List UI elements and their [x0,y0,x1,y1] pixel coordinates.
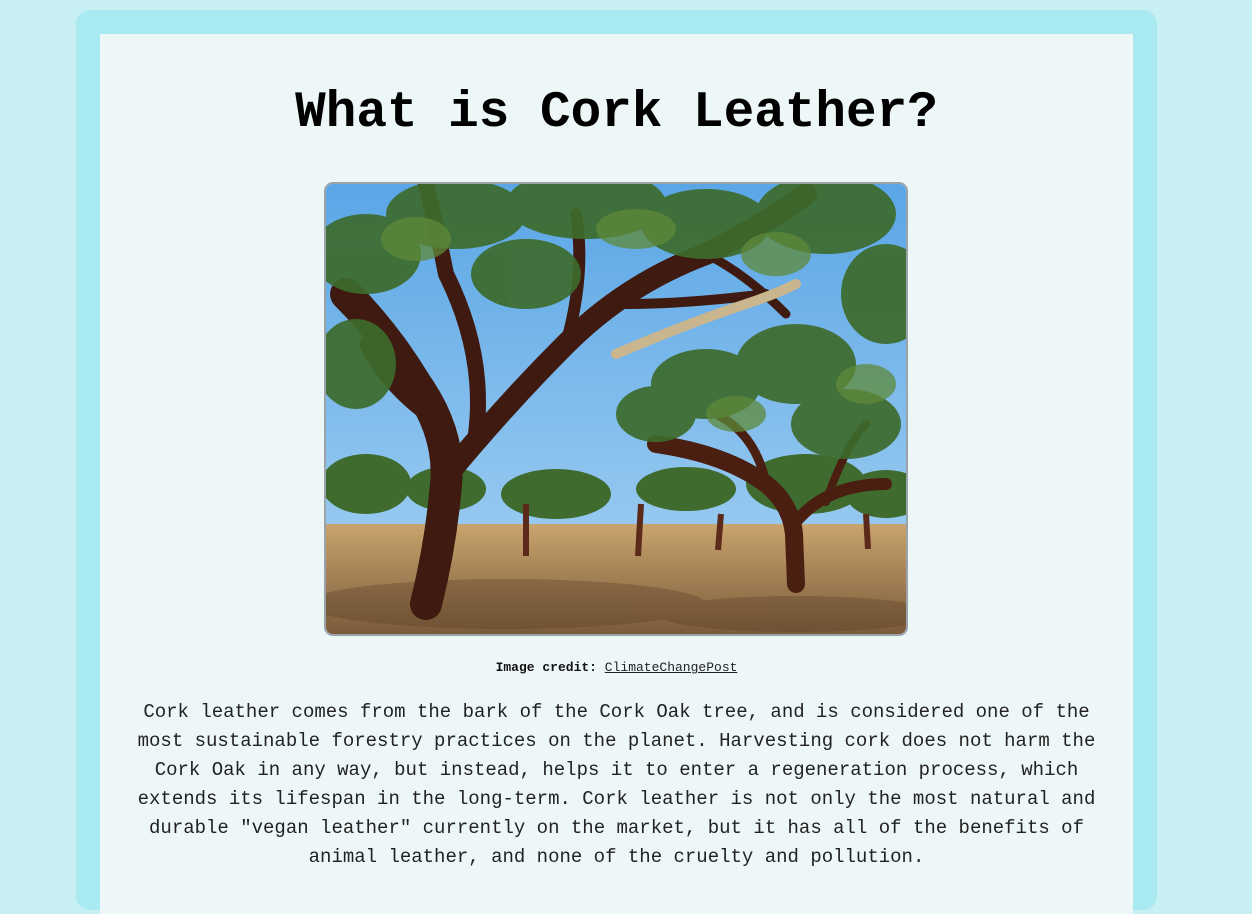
content-card: What is Cork Leather? Image credit: Clim… [100,34,1133,914]
cork-oak-photo [324,182,908,636]
article-paragraph: Cork leather comes from the bark of the … [137,701,1096,868]
image-credit: Image credit: ClimateChangePost [100,660,1133,675]
page-title: What is Cork Leather? [295,85,938,142]
page-frame: What is Cork Leather? Image credit: Clim… [76,10,1157,914]
image-credit-link[interactable]: ClimateChangePost [605,660,738,675]
image-credit-label: Image credit: [495,660,597,675]
